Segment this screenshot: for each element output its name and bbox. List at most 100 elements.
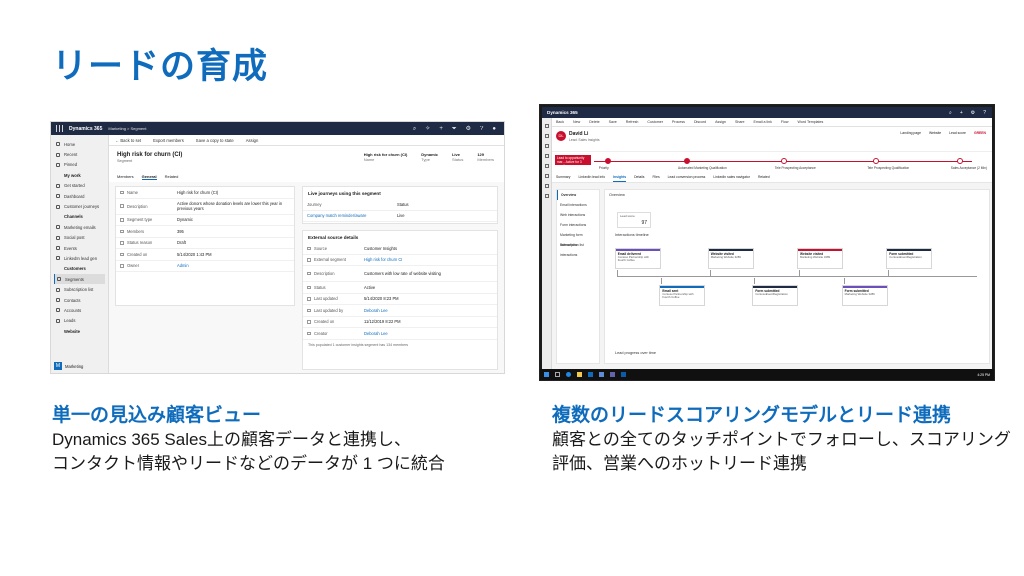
bpf-stage-label[interactable]: Priority [599, 166, 609, 170]
sidebar-item[interactable]: Dashboard [54, 191, 105, 201]
table-row[interactable]: Company match reminder/aware Live [303, 211, 497, 222]
add-icon[interactable]: + [439, 126, 443, 132]
tab-item[interactable]: Insights [613, 175, 627, 182]
journey-link[interactable]: Company match reminder/aware [307, 213, 397, 218]
journeys-icon[interactable] [544, 194, 549, 198]
teams-icon[interactable] [610, 372, 615, 377]
sidebar-item[interactable]: Subscription list [54, 284, 105, 294]
bpf-stage-label[interactable]: Tele Prospecting Acceptance [775, 166, 816, 170]
pinned-icon[interactable] [544, 154, 549, 158]
store-icon[interactable] [599, 372, 604, 377]
insights-nav-item[interactable]: Subscription list interactions [557, 240, 599, 257]
sidebar-item[interactable]: Marketing emails [54, 222, 105, 232]
leads-icon[interactable] [544, 174, 549, 178]
sidebar-item[interactable]: Get started [54, 181, 105, 191]
tab-item[interactable]: Lead conversion process [668, 175, 706, 182]
contacts-icon[interactable] [544, 164, 549, 168]
command-button[interactable]: Refresh [626, 120, 639, 124]
edge-icon[interactable] [566, 372, 571, 377]
segments-icon[interactable] [544, 184, 549, 188]
bpf-stage-dot[interactable] [956, 158, 963, 164]
tab-general[interactable]: General [141, 174, 157, 180]
tab-item[interactable]: Details [634, 175, 644, 182]
bpf-stage-label[interactable]: Tele Prospecting Qualification [867, 166, 909, 170]
command-button[interactable]: Export members [153, 138, 184, 143]
command-button[interactable]: Process [672, 120, 685, 124]
command-button[interactable]: Customer [647, 120, 663, 124]
command-button[interactable]: Delete [589, 120, 599, 124]
gear-icon[interactable]: ⚙ [466, 126, 471, 132]
windows-icon[interactable] [544, 372, 549, 377]
bpf-stage-dot[interactable] [684, 158, 690, 164]
timeline-card[interactable]: Form submitted ContosoEventRegistration [886, 248, 933, 269]
field-value[interactable]: High risk for churn CI [364, 257, 484, 262]
tab-item[interactable]: Related [758, 175, 770, 182]
mail-icon[interactable] [588, 372, 593, 377]
timeline-card[interactable]: Email delivered Contoso Partnership with … [614, 248, 661, 269]
recent-icon[interactable] [544, 144, 549, 148]
bpf-stage-label[interactable]: Sales Acceptance (2 Min) [951, 166, 987, 170]
add-icon[interactable]: + [960, 110, 963, 116]
insights-nav-item[interactable]: Form interactions [557, 220, 599, 230]
field-value[interactable]: Deborah Lee [364, 331, 484, 336]
timeline-card[interactable]: Form submitted ContosoEventRegistration [752, 285, 799, 306]
journeys-col-status[interactable]: Status [397, 202, 409, 207]
command-button[interactable]: New [573, 120, 580, 124]
command-button[interactable]: Discord [694, 120, 706, 124]
search-icon[interactable] [555, 372, 560, 377]
field-value[interactable]: Deborah Lee [364, 308, 484, 313]
filter-icon[interactable]: ⏷ [452, 126, 457, 132]
tab-item[interactable]: LinkedIn sales navigator [713, 175, 750, 182]
tab-item[interactable]: LinkedIn lead info [579, 175, 606, 182]
insights-nav-item[interactable]: Overview [557, 190, 599, 200]
menu-icon[interactable] [544, 124, 549, 128]
bpf-stage-dot[interactable] [604, 158, 611, 164]
search-icon[interactable]: ⌕ [949, 110, 952, 116]
bpf-stage-dot[interactable] [873, 158, 880, 164]
sidebar-item[interactable]: Pinned [54, 160, 105, 170]
sidebar-item[interactable]: Contacts [54, 295, 105, 305]
command-button[interactable]: Email a link [754, 120, 772, 124]
command-button[interactable]: Flow [781, 120, 789, 124]
help-icon[interactable]: ? [480, 126, 483, 132]
avatar[interactable]: ● [492, 126, 496, 132]
tab-members[interactable]: Members [117, 174, 134, 180]
folder-icon[interactable] [577, 372, 582, 377]
bpf-active-stage[interactable]: Lead to opportunity mar... Active for 3 … [555, 155, 591, 168]
tab-related[interactable]: Related [165, 174, 179, 180]
app-launcher-icon[interactable] [56, 125, 63, 132]
sidebar-item[interactable]: LinkedIn lead gen [54, 253, 105, 263]
sidebar-item[interactable]: Accounts [54, 305, 105, 315]
command-button[interactable]: Save [609, 120, 617, 124]
command-button[interactable]: Word Templates [798, 120, 824, 124]
tab-item[interactable]: Summary [556, 175, 571, 182]
command-button[interactable]: Back [556, 120, 564, 124]
insights-nav-item[interactable]: Marketing form interactions [557, 230, 599, 247]
home-icon[interactable] [544, 134, 549, 138]
gear-icon[interactable]: ⚙ [971, 110, 975, 116]
sidebar-item[interactable]: Customer journeys [54, 201, 105, 211]
tab-item[interactable]: Files [652, 175, 659, 182]
sidebar-item[interactable]: Social post [54, 233, 105, 243]
timeline-card[interactable]: Email sent Contoso Partnership with Fourt… [659, 285, 706, 306]
command-button[interactable]: Save a copy to state [196, 138, 234, 143]
bpf-stage-dot[interactable] [780, 158, 787, 164]
sidebar-item[interactable]: Recent [54, 149, 105, 159]
insights-nav-item[interactable]: Web interactions [557, 210, 599, 220]
timeline-card[interactable]: Form submitted Marketing Website 3289 [841, 285, 888, 306]
command-button[interactable]: Share [735, 120, 745, 124]
command-button[interactable]: Assign [715, 120, 726, 124]
command-button[interactable]: ← Back to set [115, 138, 141, 143]
help-icon[interactable]: ? [983, 110, 986, 116]
insights-nav-item[interactable]: Email interactions [557, 200, 599, 210]
sidebar-item[interactable]: Leads [54, 316, 105, 326]
journeys-col-journey[interactable]: Journey [307, 202, 397, 207]
field-value[interactable]: Admin [177, 263, 287, 268]
lightbulb-icon[interactable]: ✧ [425, 126, 430, 132]
command-button[interactable]: Assign [246, 138, 259, 143]
area-switcher[interactable]: M Marketing [54, 362, 83, 370]
sidebar-item[interactable]: Segments [54, 274, 105, 285]
timeline-card[interactable]: Website visited Marketing Website 3289 [707, 248, 754, 269]
bpf-stage-label[interactable]: Automated Marketing Qualification [678, 166, 727, 170]
timeline-card[interactable]: Website visited Marketing Website 3289 [797, 248, 843, 269]
